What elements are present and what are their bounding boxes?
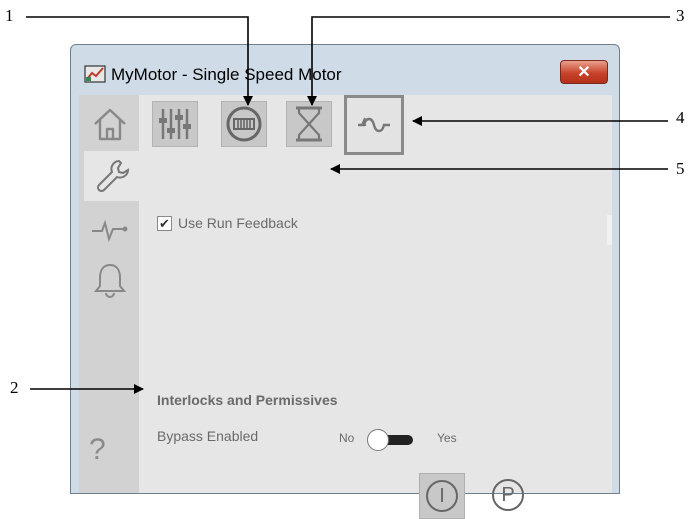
callout-number: 3 xyxy=(676,6,685,25)
sidebar-item-maintenance[interactable] xyxy=(84,151,139,201)
trend-icon xyxy=(92,219,128,243)
bypass-toggle[interactable] xyxy=(367,429,415,451)
faceplate-body: ? ✔ Use Run Feedback Interlocks and Perm… xyxy=(79,95,612,519)
interlocks-button[interactable]: I xyxy=(419,473,465,519)
use-run-feedback-label: Use Run Feedback xyxy=(178,215,298,231)
callout-number: 4 xyxy=(676,108,685,127)
motor-status-icon xyxy=(226,106,262,142)
window-title: MyMotor - Single Speed Motor xyxy=(111,65,342,84)
settings-button[interactable] xyxy=(152,101,198,147)
wrench-icon xyxy=(96,159,129,193)
sliders-icon xyxy=(159,109,191,139)
interlocks-heading: Interlocks and Permissives xyxy=(157,392,338,408)
callout-number: 1 xyxy=(5,6,14,25)
close-button[interactable]: ✕ xyxy=(560,60,608,84)
home-icon xyxy=(94,108,126,141)
permissive-icon: P xyxy=(492,479,524,511)
checkmark-icon: ✔ xyxy=(159,215,170,231)
toggle-knob[interactable] xyxy=(367,429,389,451)
timers-button[interactable] xyxy=(286,101,332,147)
close-icon: ✕ xyxy=(577,64,591,81)
callout-number: 2 xyxy=(10,378,19,397)
sidebar-item-alarms[interactable] xyxy=(84,255,136,305)
app-icon xyxy=(84,65,106,83)
use-run-feedback-checkbox[interactable]: ✔ xyxy=(157,215,172,231)
feedback-wave-icon xyxy=(358,117,390,133)
permissives-button[interactable]: P xyxy=(488,475,528,515)
panel-edge xyxy=(607,215,612,245)
interlock-icon: I xyxy=(426,480,458,512)
sidebar-item-home[interactable] xyxy=(84,99,136,149)
title-bar[interactable]: MyMotor - Single Speed Motor ✕ xyxy=(71,45,619,95)
run-feedback-button[interactable] xyxy=(221,101,267,147)
use-run-feedback-option[interactable]: ✔ Use Run Feedback xyxy=(157,215,298,231)
sidebar: ? xyxy=(79,95,139,493)
faceplate-window: MyMotor - Single Speed Motor ✕ ? ✔ Use R… xyxy=(70,44,620,519)
toggle-yes-label: Yes xyxy=(437,431,457,445)
bypass-enabled-label: Bypass Enabled xyxy=(157,428,259,444)
hourglass-icon xyxy=(296,106,322,142)
callout-number: 5 xyxy=(676,159,685,178)
help-button[interactable]: ? xyxy=(89,433,106,467)
sidebar-item-trends[interactable] xyxy=(84,205,136,255)
bell-icon xyxy=(93,263,127,298)
toggle-no-label: No xyxy=(339,431,355,445)
feedback-options-button[interactable] xyxy=(344,95,404,155)
